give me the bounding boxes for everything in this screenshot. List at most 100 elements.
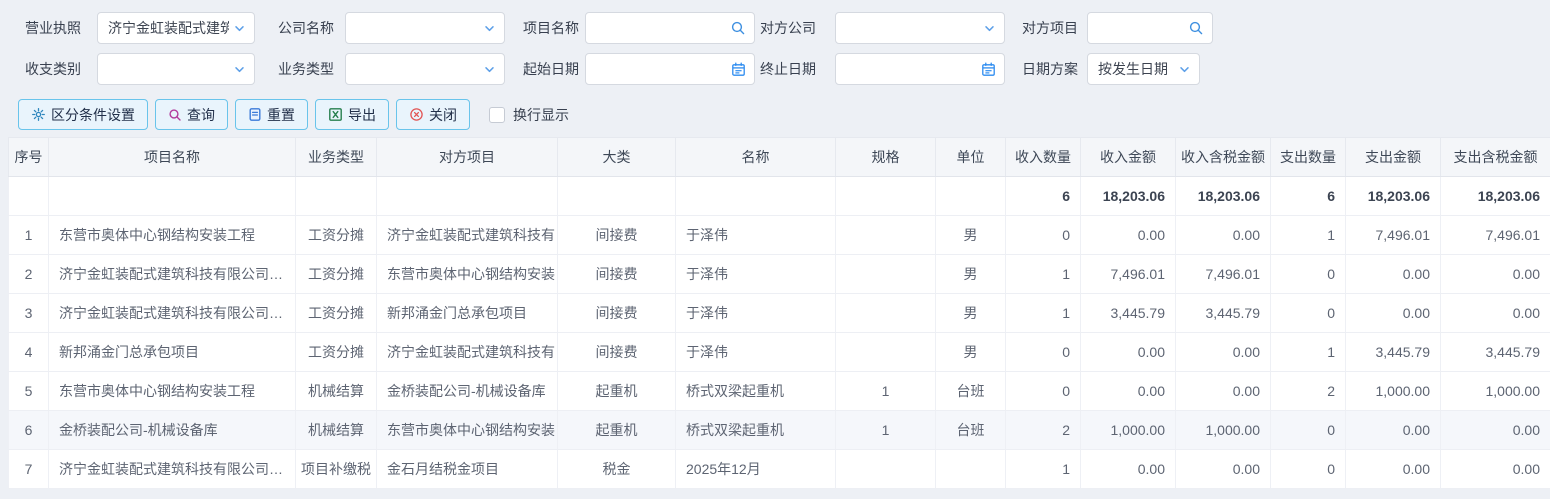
table-cell: 台班	[936, 372, 1006, 411]
table-cell: 工资分摊	[296, 333, 377, 372]
table-cell: 男	[936, 294, 1006, 333]
project-name-search-input[interactable]	[585, 12, 755, 44]
table-cell: 1,000.00	[1346, 372, 1441, 411]
column-header[interactable]: 业务类型	[296, 138, 377, 177]
table-row[interactable]: 6金桥装配公司-机械设备库机械结算东营市奥体中心钢结构安装起重机桥式双梁起重机1…	[9, 411, 1550, 450]
calendar-icon	[981, 62, 996, 77]
export-button[interactable]: 导出	[315, 99, 389, 130]
table-cell: 0.00	[1176, 372, 1271, 411]
column-header[interactable]: 支出含税金额	[1441, 138, 1550, 177]
summary-cell: 6	[1006, 177, 1081, 216]
table-cell: 7	[9, 450, 49, 489]
table-cell: 台班	[936, 411, 1006, 450]
table-cell: 1,000.00	[1176, 411, 1271, 450]
business-license-label: 营业执照	[25, 12, 91, 44]
summary-cell	[296, 177, 377, 216]
counterparty-company-label: 对方公司	[760, 12, 826, 44]
date-scheme-select[interactable]: 按发生日期	[1087, 53, 1200, 85]
table-cell: 济宁金虹装配式建筑科技有	[377, 216, 558, 255]
table-cell: 0.00	[1081, 333, 1176, 372]
chevron-down-icon	[233, 22, 246, 35]
table-cell: 6	[9, 411, 49, 450]
summary-cell: 18,203.06	[1081, 177, 1176, 216]
table-cell: 0	[1006, 333, 1081, 372]
column-header[interactable]: 项目名称	[49, 138, 296, 177]
table-cell: 2025年12月	[676, 450, 836, 489]
table-cell: 机械结算	[296, 372, 377, 411]
table-row[interactable]: 4新邦涌金门总承包项目工资分摊济宁金虹装配式建筑科技有间接费于泽伟男00.000…	[9, 333, 1550, 372]
table-cell: 东营市奥体中心钢结构安装	[377, 255, 558, 294]
chevron-down-icon	[233, 63, 246, 76]
table-row[interactable]: 3济宁金虹装配式建筑科技有限公司…工资分摊新邦涌金门总承包项目间接费于泽伟男13…	[9, 294, 1550, 333]
counterparty-project-search-input[interactable]	[1087, 12, 1213, 44]
reset-doc-icon	[248, 107, 262, 122]
column-header[interactable]: 名称	[676, 138, 836, 177]
search-magenta-icon	[168, 108, 182, 122]
income-expense-category-select[interactable]	[97, 53, 255, 85]
column-header[interactable]: 对方项目	[377, 138, 558, 177]
reset-button[interactable]: 重置	[235, 99, 308, 130]
summary-cell	[676, 177, 836, 216]
column-header[interactable]: 规格	[836, 138, 936, 177]
column-header[interactable]: 大类	[558, 138, 676, 177]
table-row[interactable]: 1东营市奥体中心钢结构安装工程工资分摊济宁金虹装配式建筑科技有间接费于泽伟男00…	[9, 216, 1550, 255]
chevron-down-icon	[983, 22, 996, 35]
table-cell: 0.00	[1441, 294, 1550, 333]
column-header[interactable]: 支出数量	[1271, 138, 1346, 177]
table-cell	[836, 294, 936, 333]
column-header[interactable]: 收入含税金额	[1176, 138, 1271, 177]
end-date-label: 终止日期	[760, 53, 826, 85]
wrap-display-checkbox[interactable]	[489, 107, 505, 123]
table-cell: 税金	[558, 450, 676, 489]
query-button-label: 查询	[187, 105, 215, 125]
search-icon	[1188, 20, 1204, 36]
chevron-down-icon	[483, 63, 496, 76]
table-cell	[836, 333, 936, 372]
table-cell: 1	[1006, 294, 1081, 333]
table-cell: 1	[9, 216, 49, 255]
table-cell: 0.00	[1346, 294, 1441, 333]
table-cell	[836, 255, 936, 294]
table-cell: 0.00	[1176, 333, 1271, 372]
table-cell: 1	[1006, 450, 1081, 489]
close-button[interactable]: 关闭	[396, 99, 470, 130]
table-cell: 0.00	[1176, 450, 1271, 489]
table-cell: 金桥装配公司-机械设备库	[49, 411, 296, 450]
condition-settings-button[interactable]: 区分条件设置	[18, 99, 148, 130]
table-cell: 0.00	[1441, 411, 1550, 450]
table-cell: 金桥装配公司-机械设备库	[377, 372, 558, 411]
table-cell: 起重机	[558, 372, 676, 411]
table-cell: 0	[1271, 255, 1346, 294]
export-button-label: 导出	[348, 105, 376, 125]
table-cell: 5	[9, 372, 49, 411]
column-header[interactable]: 收入数量	[1006, 138, 1081, 177]
table-cell: 7,496.01	[1176, 255, 1271, 294]
column-header[interactable]: 收入金额	[1081, 138, 1176, 177]
table-cell: 项目补缴税	[296, 450, 377, 489]
business-type-select[interactable]	[345, 53, 505, 85]
summary-cell: 18,203.06	[1441, 177, 1550, 216]
summary-cell: 18,203.06	[1176, 177, 1271, 216]
table-cell: 济宁金虹装配式建筑科技有	[377, 333, 558, 372]
table-cell: 3,445.79	[1346, 333, 1441, 372]
column-header[interactable]: 支出金额	[1346, 138, 1441, 177]
table-cell: 7,496.01	[1346, 216, 1441, 255]
table-row[interactable]: 5东营市奥体中心钢结构安装工程机械结算金桥装配公司-机械设备库起重机桥式双梁起重…	[9, 372, 1550, 411]
table-row[interactable]: 7济宁金虹装配式建筑科技有限公司…项目补缴税金石月结税金项目税金2025年12月…	[9, 450, 1550, 489]
counterparty-company-select[interactable]	[835, 12, 1005, 44]
table-cell: 起重机	[558, 411, 676, 450]
summary-cell: 18,203.06	[1346, 177, 1441, 216]
column-header[interactable]: 序号	[9, 138, 49, 177]
start-date-date-input[interactable]	[585, 53, 755, 85]
business-license-select[interactable]: 济宁金虹装配式建筑	[97, 12, 255, 44]
company-name-select[interactable]	[345, 12, 505, 44]
query-button[interactable]: 查询	[155, 99, 228, 130]
table-cell: 0	[1271, 294, 1346, 333]
table-row[interactable]: 2济宁金虹装配式建筑科技有限公司…工资分摊东营市奥体中心钢结构安装间接费于泽伟男…	[9, 255, 1550, 294]
column-header[interactable]: 单位	[936, 138, 1006, 177]
end-date-date-input[interactable]	[835, 53, 1005, 85]
table-cell: 0	[1271, 411, 1346, 450]
start-date-label: 起始日期	[523, 53, 589, 85]
reset-button-label: 重置	[267, 105, 295, 125]
summary-cell	[9, 177, 49, 216]
